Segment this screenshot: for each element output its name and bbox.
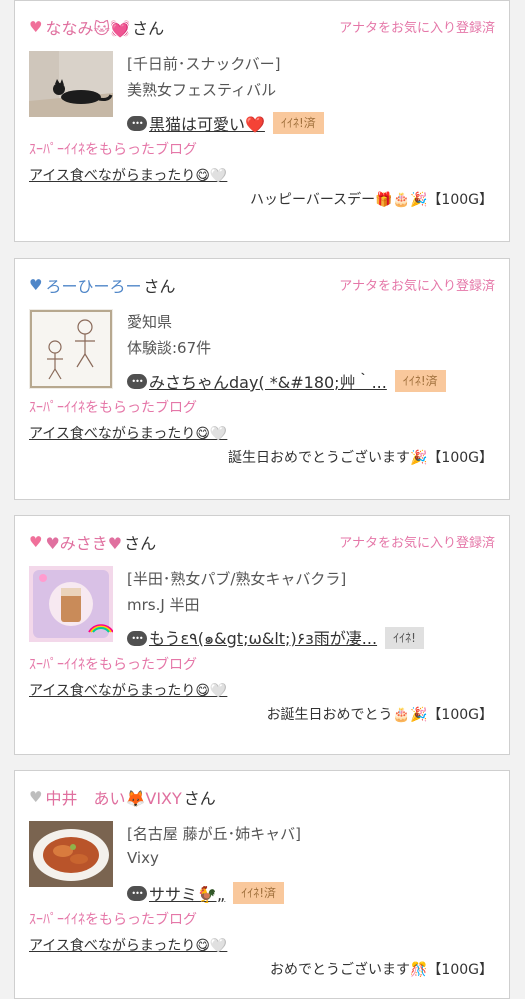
shop-area-genre: [名古屋 藤が丘･姉キャバ] bbox=[127, 825, 301, 843]
pink-heart-icon: ♥ bbox=[29, 533, 43, 551]
shop-name: Vixy bbox=[127, 849, 159, 867]
sender-name[interactable]: ろーひーろー bbox=[45, 273, 141, 297]
super-iine-blog-link[interactable]: アイス食べながらまったり😋🤍 bbox=[29, 680, 227, 700]
sender-name-row[interactable]: ♥ ろーひーろー さん bbox=[29, 273, 175, 297]
sender-name[interactable]: ななみ🐱💓 bbox=[45, 15, 130, 39]
honorific: さん bbox=[143, 277, 176, 296]
gift-message: おめでとうございます🎊【100G】 bbox=[269, 962, 493, 978]
gray-heart-icon: ♥ bbox=[29, 788, 43, 806]
latest-blog-row: みさちゃんday( *&#180;艸｀... ｲｲﾈ!済 bbox=[127, 369, 446, 393]
food-photo-image bbox=[29, 821, 113, 887]
super-iine-blog-link[interactable]: アイス食べながらまったり😋🤍 bbox=[29, 165, 227, 185]
super-iine-label: ｽｰﾊﾟｰｲｲﾈをもらったブログ bbox=[29, 400, 197, 416]
sender-name-row[interactable]: ♥ 中井 あい🦊VIXY さん bbox=[29, 785, 216, 809]
latest-blog-link[interactable]: 黒猫は可愛い❤️ bbox=[149, 111, 265, 135]
shop-name: mrs.J 半田 bbox=[127, 596, 200, 614]
favorite-status: アナタをお気に入り登録済 bbox=[339, 279, 495, 294]
sender-name[interactable]: 中井 あい🦊VIXY bbox=[45, 785, 181, 809]
gift-message: ハッピーバースデー🎁🎂🎉【100G】 bbox=[249, 192, 493, 208]
profile-thumbnail[interactable] bbox=[29, 309, 113, 389]
sender-name-row[interactable]: ♥ ♥みさき♥ さん bbox=[29, 530, 156, 554]
review-count: 体験談:67件 bbox=[127, 339, 212, 357]
gift-card: ♥ ろーひーろー さん アナタをお気に入り登録済 愛知県 体験談:67件 みさち… bbox=[14, 258, 510, 500]
drawing-photo-image bbox=[29, 309, 113, 389]
gift-card: ♥ 中井 あい🦊VIXY さん [名古屋 藤が丘･姉キャバ] Vixy ササミ🐓… bbox=[14, 770, 510, 999]
black-cat-photo-image bbox=[29, 51, 113, 117]
latest-blog-row: もうε٩(๑&gt;ω&lt;)۶з雨が凄... ｲｲﾈ! bbox=[127, 626, 424, 650]
area: 愛知県 bbox=[127, 313, 173, 331]
speech-bubble-icon bbox=[127, 373, 147, 389]
profile-thumbnail[interactable] bbox=[29, 51, 113, 117]
speech-bubble-icon bbox=[127, 115, 147, 131]
honorific: さん bbox=[132, 19, 165, 38]
shop-area-genre: [半田･熟女パブ/熟女キャバクラ] bbox=[127, 570, 347, 588]
gift-card: ♥ ♥みさき♥ さん アナタをお気に入り登録済 [半田･熟女パブ/熟女キャバクラ… bbox=[14, 515, 510, 755]
iine-button[interactable]: ｲｲﾈ! bbox=[385, 627, 424, 649]
blue-heart-icon: ♥ bbox=[29, 276, 43, 294]
drink-collage-image bbox=[29, 566, 113, 642]
super-iine-blog-link[interactable]: アイス食べながらまったり😋🤍 bbox=[29, 935, 227, 955]
honorific: さん bbox=[124, 534, 157, 553]
speech-bubble-icon bbox=[127, 885, 147, 901]
super-iine-label: ｽｰﾊﾟｰｲｲﾈをもらったブログ bbox=[29, 657, 197, 673]
latest-blog-row: ササミ🐓„ ｲｲﾈ!済 bbox=[127, 881, 285, 905]
iine-done-badge[interactable]: ｲｲﾈ!済 bbox=[233, 882, 285, 904]
shop-area-genre: [千日前･スナックバー] bbox=[127, 55, 281, 73]
honorific: さん bbox=[183, 789, 216, 808]
latest-blog-row: 黒猫は可愛い❤️ ｲｲﾈ!済 bbox=[127, 111, 324, 135]
iine-done-badge[interactable]: ｲｲﾈ!済 bbox=[272, 112, 324, 134]
shop-name: 美熟女フェスティバル bbox=[127, 81, 277, 99]
pink-heart-icon: ♥ bbox=[29, 18, 43, 36]
latest-blog-link[interactable]: みさちゃんday( *&#180;艸｀... bbox=[149, 369, 387, 393]
latest-blog-link[interactable]: ササミ🐓„ bbox=[149, 881, 225, 905]
gift-message: お誕生日おめでとう🎂🎉【100G】 bbox=[266, 707, 493, 723]
speech-bubble-icon bbox=[127, 630, 147, 646]
super-iine-label: ｽｰﾊﾟｰｲｲﾈをもらったブログ bbox=[29, 142, 197, 158]
iine-done-badge[interactable]: ｲｲﾈ!済 bbox=[394, 370, 446, 392]
profile-thumbnail[interactable] bbox=[29, 821, 113, 887]
favorite-status: アナタをお気に入り登録済 bbox=[339, 21, 495, 36]
super-iine-blog-link[interactable]: アイス食べながらまったり😋🤍 bbox=[29, 423, 227, 443]
sender-name-row[interactable]: ♥ ななみ🐱💓 さん bbox=[29, 15, 164, 39]
gift-card: ♥ ななみ🐱💓 さん アナタをお気に入り登録済 [千日前･スナックバー] 美熟女… bbox=[14, 0, 510, 242]
sender-name[interactable]: ♥みさき♥ bbox=[45, 530, 122, 554]
profile-thumbnail[interactable] bbox=[29, 566, 113, 642]
super-iine-label: ｽｰﾊﾟｰｲｲﾈをもらったブログ bbox=[29, 912, 197, 928]
latest-blog-link[interactable]: もうε٩(๑&gt;ω&lt;)۶з雨が凄... bbox=[149, 625, 377, 652]
gift-message: 誕生日おめでとうございます🎉【100G】 bbox=[227, 450, 493, 466]
favorite-status: アナタをお気に入り登録済 bbox=[339, 536, 495, 551]
